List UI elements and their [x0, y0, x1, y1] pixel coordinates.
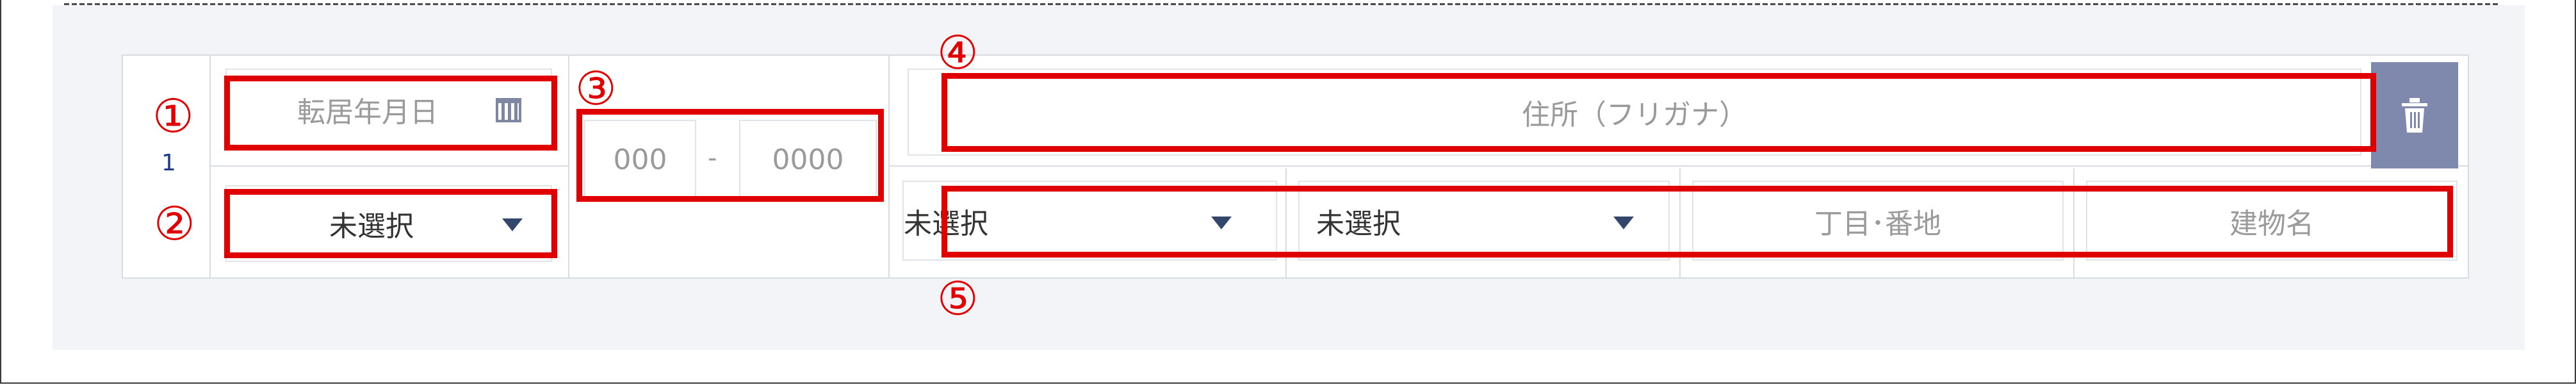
grid-column-divider	[888, 56, 890, 277]
prefecture-select[interactable]: 未選択	[902, 181, 1277, 261]
chevron-down-icon	[1211, 217, 1232, 229]
move-date-input[interactable]: 転居年月日	[225, 69, 552, 151]
trash-icon	[2402, 98, 2427, 133]
postal-code-second-placeholder: 0000	[772, 143, 844, 176]
grid-column-divider	[568, 56, 569, 277]
chevron-down-icon	[1613, 217, 1634, 229]
city-select[interactable]: 未選択	[1298, 181, 1670, 261]
callout-number-3: ③	[575, 61, 617, 115]
relationship-select[interactable]: 未選択	[225, 185, 552, 262]
move-date-placeholder: 転居年月日	[297, 96, 438, 129]
grid-column-divider	[2073, 168, 2075, 277]
chevron-down-icon	[502, 218, 523, 231]
calendar-icon[interactable]	[496, 98, 521, 122]
grid-column-divider	[1285, 168, 1287, 277]
postal-code-separator: -	[708, 143, 717, 173]
postal-code-second-input[interactable]: 0000	[739, 120, 877, 200]
callout-number-4: ④	[937, 26, 979, 79]
grid-column-divider	[1679, 168, 1681, 277]
row-number: 1	[161, 150, 176, 176]
city-selected: 未選択	[1316, 207, 1401, 240]
address-kana-placeholder: 住所（フリガナ）	[1522, 99, 1747, 131]
prefecture-selected: 未選択	[904, 207, 988, 240]
postal-code-first-placeholder: 000	[613, 143, 667, 176]
callout-number-1: ①	[152, 89, 194, 143]
grid-row-divider	[209, 165, 568, 167]
address-kana-input[interactable]: 住所（フリガナ）	[908, 69, 2361, 156]
callout-number-2: ②	[154, 197, 195, 250]
grid-column-divider	[209, 56, 211, 277]
relationship-selected: 未選択	[329, 210, 414, 243]
delete-row-button[interactable]	[2371, 62, 2458, 168]
building-name-input[interactable]: 建物名	[2086, 181, 2458, 261]
postal-code-first-input[interactable]: 000	[584, 120, 696, 200]
street-number-placeholder: 丁目･番地	[1814, 207, 1941, 240]
building-name-placeholder: 建物名	[2230, 207, 2314, 240]
street-number-input[interactable]: 丁目･番地	[1692, 181, 2064, 261]
callout-number-5: ⑤	[937, 272, 979, 325]
address-row-grid: 1 転居年月日 未選択 000 - 0000 住所（フリガナ） 未選択 未選択	[122, 54, 2469, 279]
grid-row-divider	[888, 165, 2468, 167]
